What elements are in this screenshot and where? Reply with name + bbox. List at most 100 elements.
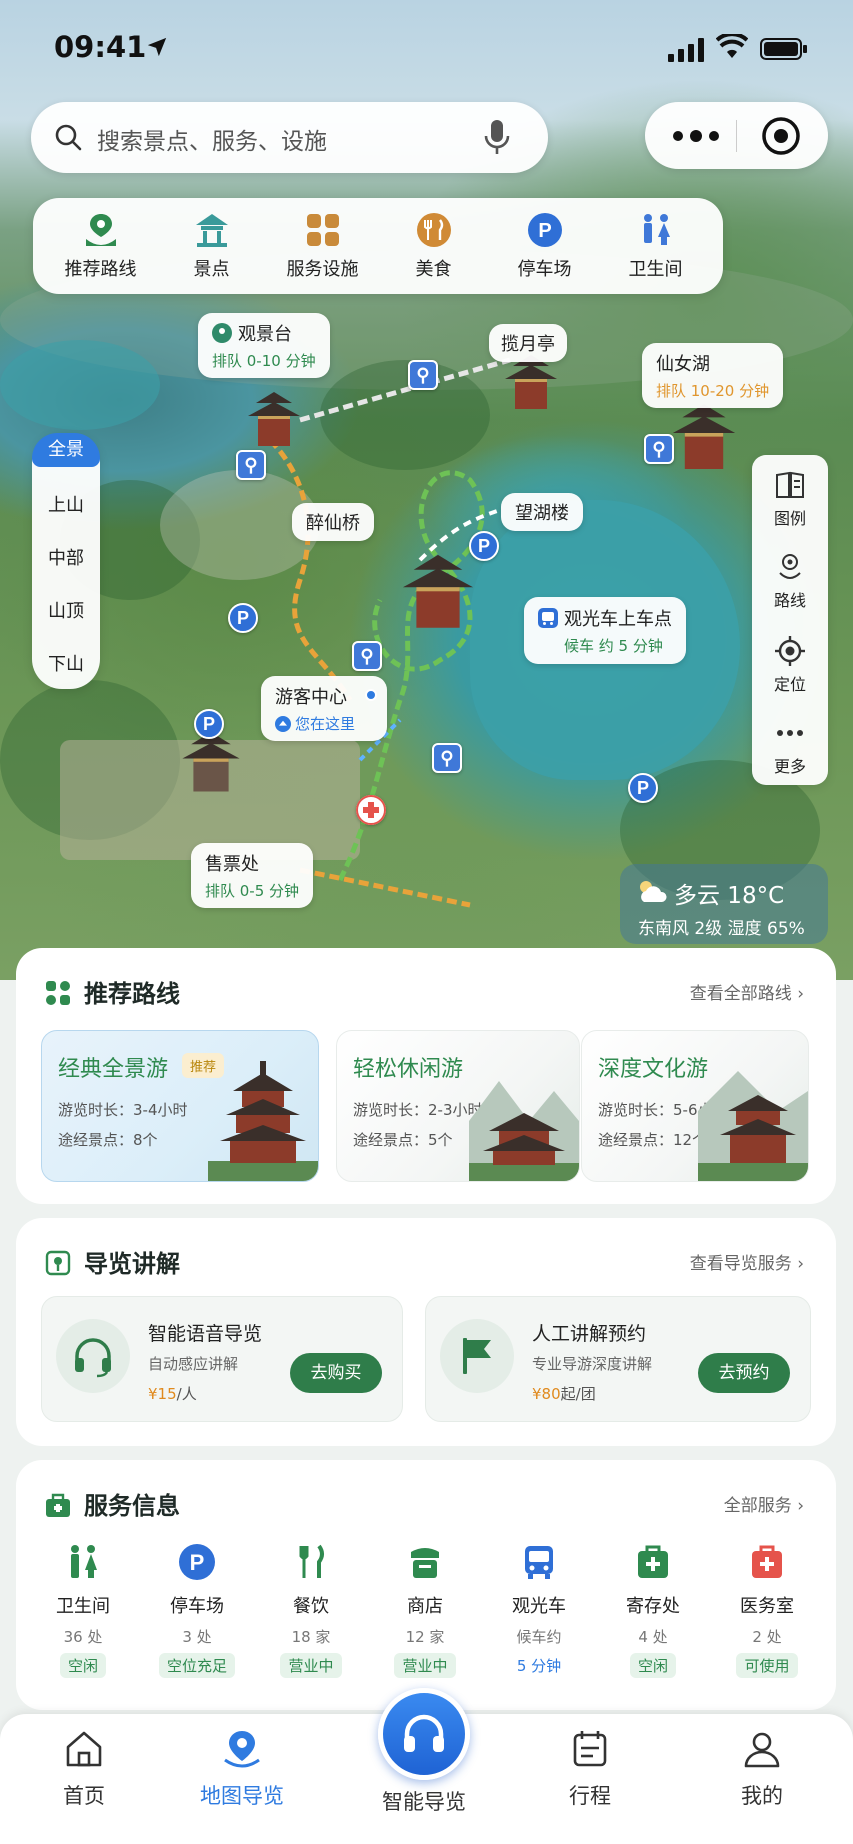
category-recommended-routes[interactable]: 推荐路线: [49, 211, 153, 281]
tab-profile[interactable]: 我的: [702, 1728, 822, 1810]
section-all[interactable]: 全景: [32, 433, 100, 467]
tab-itinerary[interactable]: 行程: [530, 1728, 650, 1810]
smart-guide-button[interactable]: [378, 1688, 470, 1780]
audio-guide-item[interactable]: 智能语音导览 自动感应讲解 ¥15/人 去购买: [41, 1296, 403, 1422]
search-input[interactable]: 搜索景点、服务、设施: [97, 122, 327, 156]
category-label: 景点: [193, 259, 230, 280]
category-bar: 推荐路线 景点 服务设施 美食 P 停车场 卫生间: [33, 198, 723, 294]
facility-icon: [306, 214, 339, 246]
view-all-routes-link[interactable]: 查看全部路线 ›: [690, 979, 804, 1004]
service-parking[interactable]: P 停车场 3 处 空位充足: [140, 1542, 254, 1678]
category-food[interactable]: 美食: [382, 211, 486, 281]
price-unit: 起/团: [560, 1385, 596, 1403]
link-text: 查看导览服务: [689, 1254, 792, 1274]
restroom-marker[interactable]: ⚲: [352, 641, 382, 671]
section-uphill[interactable]: 上山: [32, 491, 100, 517]
queue-time: 排队 0-10 分钟: [212, 352, 316, 370]
map-label-shuttle-stop[interactable]: 观光车上车点 候车 约 5 分钟: [524, 597, 686, 664]
service-shop[interactable]: 商店 12 家 营业中: [368, 1542, 482, 1678]
locate-icon: [775, 636, 805, 666]
category-label: 卫生间: [628, 259, 683, 280]
buy-button[interactable]: 去购买: [290, 1353, 382, 1393]
map-label-lanyueting[interactable]: 揽月亭: [489, 324, 567, 362]
map-label-guanjingtai[interactable]: 观景台 排队 0-10 分钟: [198, 313, 330, 378]
scenic-spot-icon: [212, 323, 232, 343]
signal-icon: [668, 38, 704, 62]
flag-icon: [463, 1338, 491, 1374]
smart-guide-label[interactable]: 智能导览: [364, 1786, 484, 1816]
category-facilities[interactable]: 服务设施: [271, 211, 375, 281]
service-name: 卫生间: [56, 1596, 110, 1617]
tab-label: 行程: [569, 1784, 611, 1808]
tab-label: 首页: [63, 1784, 105, 1808]
reserve-button[interactable]: 去预约: [698, 1353, 790, 1393]
home-icon: [66, 1731, 102, 1767]
service-count: 18 家: [291, 1628, 331, 1646]
service-count: 4 处: [638, 1628, 668, 1646]
service-shuttle[interactable]: 观光车 候车约 5 分钟: [482, 1542, 596, 1678]
wait-time: 候车 约 5 分钟: [564, 637, 663, 655]
restroom-icon: [643, 214, 670, 245]
parking-marker[interactable]: P: [469, 531, 499, 561]
map-label-xiannvhu[interactable]: 仙女湖 排队 10-20 分钟: [642, 343, 784, 408]
route-card-classic[interactable]: 经典全景游 推荐 游览时长：3-4小时 途经景点：8个: [41, 1030, 319, 1182]
all-services-link[interactable]: 全部服务 ›: [724, 1491, 804, 1516]
scenic-map[interactable]: 09:41 搜索景点、服务、设施 推荐路线 景点 服务设施 美食 P 停车场 卫…: [0, 0, 853, 980]
service-name: 观光车: [512, 1596, 566, 1617]
tool-locate[interactable]: 定位: [752, 635, 828, 695]
map-label-ticket-office[interactable]: 售票处 排队 0-5 分钟: [191, 843, 314, 908]
restroom-marker[interactable]: ⚲: [644, 434, 674, 464]
service-medical[interactable]: 医务室 2 处 可使用: [710, 1542, 824, 1678]
section-summit[interactable]: 山顶: [32, 597, 100, 623]
service-dining[interactable]: 餐饮 18 家 营业中: [254, 1542, 368, 1678]
headphones-icon: [404, 1714, 444, 1752]
parking-marker[interactable]: P: [628, 773, 658, 803]
guide-description: 自动感应讲解: [148, 1355, 239, 1373]
guide-map-icon: [45, 1250, 71, 1276]
view-guide-services-link[interactable]: 查看导览服务 ›: [690, 1249, 804, 1274]
route-card-culture[interactable]: 深度文化游 游览时长：5-6小时 途经景点：12个: [581, 1030, 809, 1182]
tool-more[interactable]: 更多: [752, 717, 828, 777]
map-label-zuixianqiao[interactable]: 醉仙桥: [292, 503, 374, 541]
shop-icon: [411, 1548, 439, 1578]
service-restroom[interactable]: 卫生间 36 处 空闲: [26, 1542, 140, 1678]
category-parking[interactable]: P 停车场: [493, 211, 597, 281]
service-status: 营业中: [394, 1653, 456, 1678]
close-mini-program-icon[interactable]: [761, 116, 801, 156]
service-status: 空闲: [629, 1653, 676, 1678]
category-attractions[interactable]: 景点: [160, 211, 264, 281]
tab-home[interactable]: 首页: [24, 1728, 144, 1810]
first-aid-marker[interactable]: [356, 795, 386, 825]
search-bar[interactable]: 搜索景点、服务、设施: [31, 102, 548, 173]
more-menu-icon[interactable]: [671, 124, 721, 148]
map-label-visitor-center[interactable]: 游客中心 您在这里: [261, 676, 387, 741]
route-spots: 途经景点：12个: [598, 1131, 708, 1149]
tab-map-guide[interactable]: 地图导览: [182, 1728, 302, 1810]
battery-icon: [760, 38, 807, 60]
headphones-icon-wrap: [56, 1319, 130, 1393]
service-name: 医务室: [740, 1596, 794, 1617]
route-duration: 游览时长：2-3小时: [353, 1101, 483, 1119]
service-count: 2 处: [752, 1628, 782, 1646]
restroom-marker[interactable]: ⚲: [432, 743, 462, 773]
microphone-icon[interactable]: [479, 118, 515, 156]
service-locker[interactable]: 寄存处 4 处 空闲: [596, 1542, 710, 1678]
service-status: 5 分钟: [516, 1657, 562, 1675]
tab-label: 我的: [741, 1784, 783, 1808]
section-downhill[interactable]: 下山: [32, 650, 100, 676]
parking-marker[interactable]: P: [194, 709, 224, 739]
restroom-marker[interactable]: ⚲: [236, 450, 266, 480]
tool-legend[interactable]: 图例: [752, 469, 828, 529]
human-guide-item[interactable]: 人工讲解预约 专业导游深度讲解 ¥80起/团 去预约: [425, 1296, 811, 1422]
section-middle[interactable]: 中部: [32, 544, 100, 570]
section-title-text: 服务信息: [84, 1492, 180, 1520]
parking-marker[interactable]: P: [228, 603, 258, 633]
bus-icon: [525, 1546, 553, 1579]
route-card-leisure[interactable]: 轻松休闲游 游览时长：2-3小时 途经景点：5个: [336, 1030, 580, 1182]
restroom-marker[interactable]: ⚲: [408, 360, 438, 390]
route-spots: 途经景点：5个: [353, 1131, 453, 1149]
tool-route[interactable]: 路线: [752, 551, 828, 611]
price-value: ¥15: [148, 1385, 177, 1403]
category-restroom[interactable]: 卫生间: [604, 211, 708, 281]
map-label-wanghulou[interactable]: 望湖楼: [501, 493, 583, 531]
